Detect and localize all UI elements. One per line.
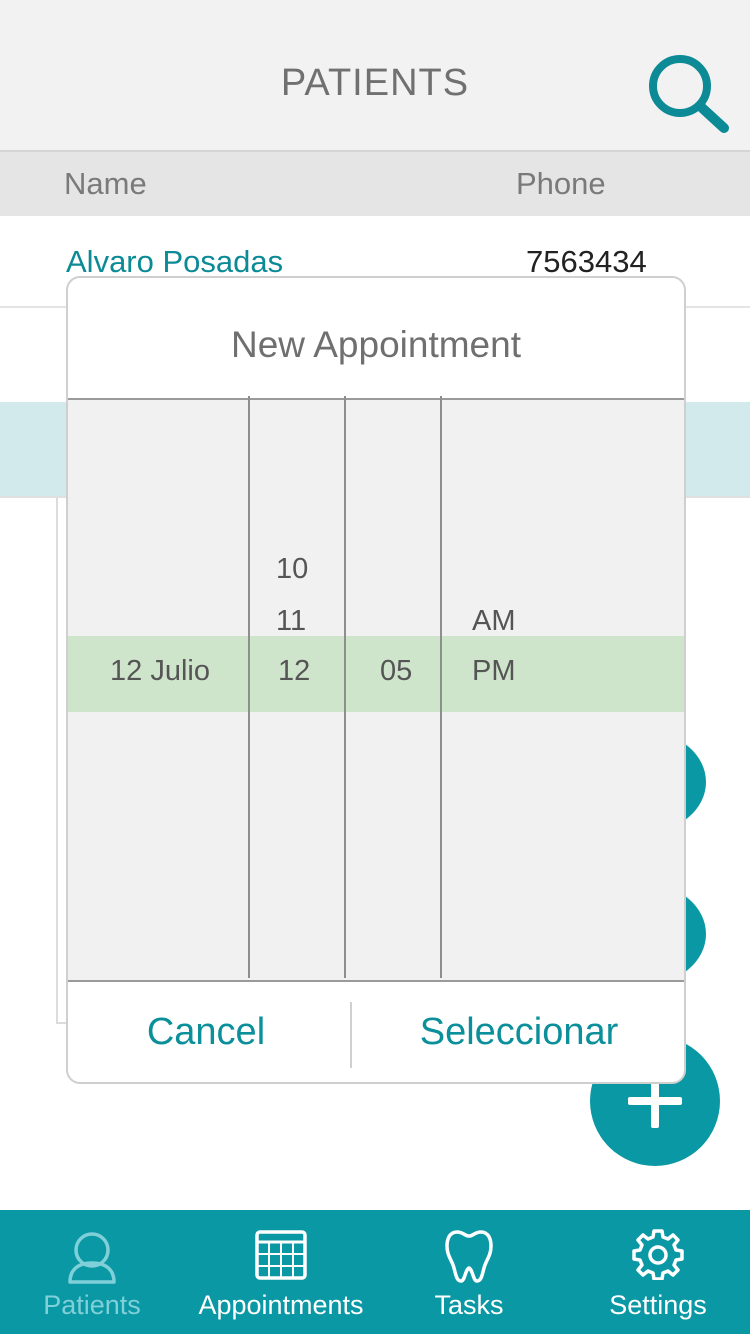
calendar-icon xyxy=(255,1230,307,1280)
picker-hour-option[interactable]: 11 xyxy=(276,605,306,638)
app-header: PATIENTS xyxy=(0,0,750,150)
tab-bar: Patients Appointments Tasks Settings xyxy=(0,1210,750,1334)
new-appointment-dialog: New Appointment 12 Julio 10 11 12 05 AM … xyxy=(66,276,686,1084)
tab-label: Tasks xyxy=(434,1290,504,1320)
person-icon xyxy=(68,1232,116,1284)
tab-label: Patients xyxy=(43,1290,141,1320)
picker-column-hour[interactable]: 10 11 12 xyxy=(250,400,344,980)
search-button[interactable] xyxy=(644,50,734,136)
button-divider xyxy=(350,1002,352,1068)
picker-date-selected[interactable]: 12 Julio xyxy=(110,655,210,688)
tab-appointments[interactable]: Appointments xyxy=(186,1210,376,1334)
picker-column-minute[interactable]: 05 xyxy=(346,400,440,980)
picker-column-period[interactable]: AM PM xyxy=(442,400,684,980)
patient-phone: 7563434 xyxy=(526,244,647,279)
tab-patients[interactable]: Patients xyxy=(0,1210,184,1334)
cancel-button[interactable]: Cancel xyxy=(68,982,344,1082)
tab-label: Settings xyxy=(609,1290,707,1320)
page-title: PATIENTS xyxy=(280,62,470,104)
tab-settings[interactable]: Settings xyxy=(566,1210,750,1334)
tab-tasks[interactable]: Tasks xyxy=(378,1210,560,1334)
search-icon xyxy=(649,55,729,133)
picker-minute-selected[interactable]: 05 xyxy=(380,655,412,688)
select-button[interactable]: Seleccionar xyxy=(354,982,684,1082)
tab-label: Appointments xyxy=(198,1290,364,1320)
column-header-name: Name xyxy=(64,166,147,201)
picker-hour-option[interactable]: 10 xyxy=(276,553,308,586)
tooth-icon xyxy=(445,1230,493,1283)
picker-hour-selected[interactable]: 12 xyxy=(278,655,310,688)
picker-period-selected[interactable]: PM xyxy=(472,655,516,688)
gear-icon xyxy=(632,1229,684,1280)
picker-column-date[interactable]: 12 Julio xyxy=(68,400,248,980)
dialog-actions: Cancel Seleccionar xyxy=(68,982,684,1082)
date-time-picker[interactable]: 12 Julio 10 11 12 05 AM PM xyxy=(68,396,684,982)
picker-period-option[interactable]: AM xyxy=(472,605,516,638)
patient-name[interactable]: Alvaro Posadas xyxy=(66,244,283,280)
column-header-phone: Phone xyxy=(516,166,606,201)
dialog-title: New Appointment xyxy=(230,324,521,365)
table-header: Name Phone xyxy=(0,150,750,216)
